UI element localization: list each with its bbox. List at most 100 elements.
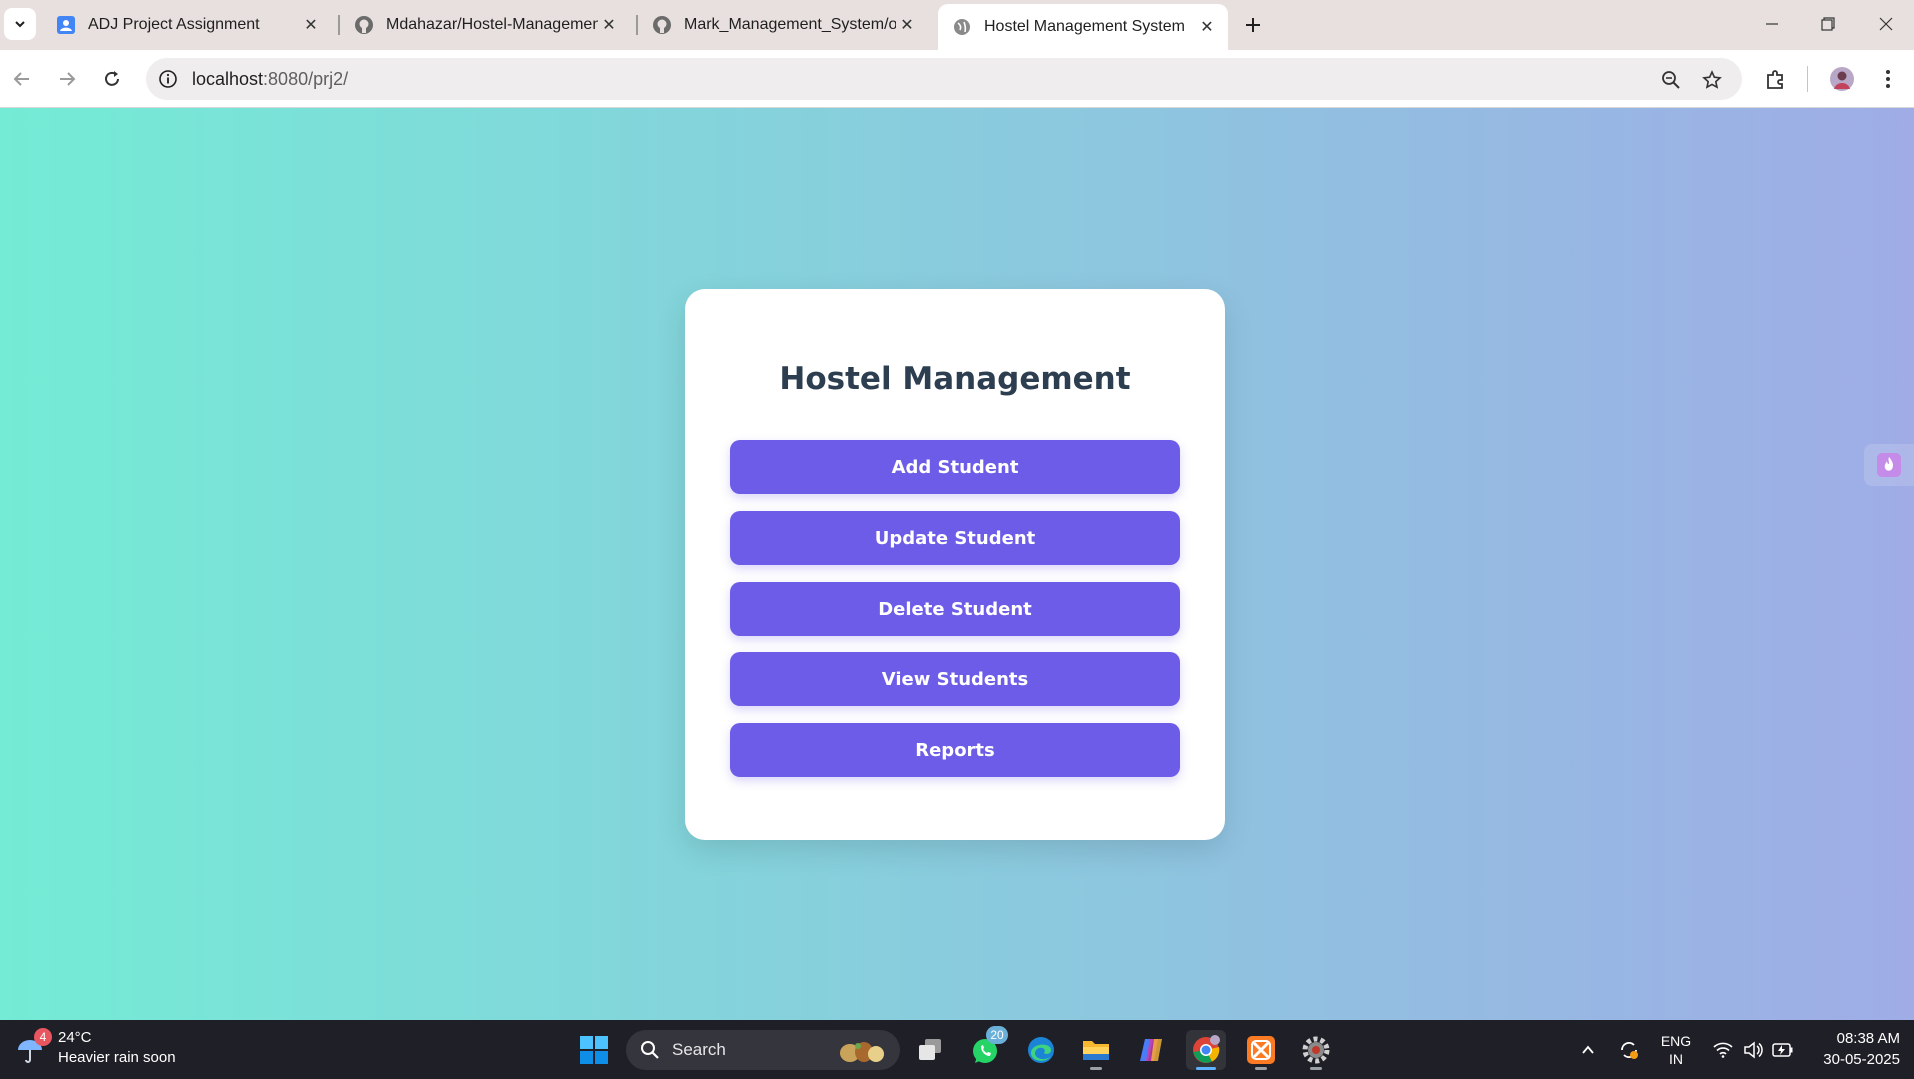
tab-title: Mdahazar/Hostel-Management-System [386,16,598,33]
tab-title: Mark_Management_System/out [684,16,896,33]
battery-charging-icon [1772,1042,1793,1057]
close-icon[interactable]: ✕ [300,14,322,36]
clock[interactable]: 08:38 AM 30-05-2025 [1800,1028,1900,1070]
close-icon[interactable]: ✕ [598,14,620,36]
url-path: :8080/prj2/ [263,69,349,89]
xampp-icon [1247,1036,1275,1064]
url-host: localhost [192,69,264,89]
avatar [1830,67,1854,91]
view-students-button[interactable]: View Students [730,652,1180,706]
side-extension-widget[interactable] [1864,444,1914,486]
whatsapp-button[interactable]: 20 [966,1026,1008,1070]
running-indicator [1090,1067,1102,1070]
address-bar[interactable]: localhost:8080/prj2/ [146,58,1742,100]
weather-temp: 24°C [58,1029,92,1046]
tab-mark-github[interactable]: Mark_Management_System/out ✕ [638,6,928,44]
language-code: ENG [1660,1032,1692,1049]
bookmark-star-icon[interactable] [1699,67,1725,93]
chrome-icon [1193,1035,1220,1063]
toolbar-divider [1807,66,1808,92]
url-text: localhost:8080/prj2/ [192,69,348,90]
globe-icon [952,17,972,37]
update-student-button[interactable]: Update Student [730,511,1180,565]
battery-button[interactable] [1768,1020,1798,1079]
close-icon [1879,17,1893,31]
menu-card: Hostel Management Add Student Update Stu… [685,289,1225,840]
settings-button[interactable] [1296,1030,1336,1070]
close-window-button[interactable] [1858,0,1914,48]
arrow-left-icon [13,72,29,86]
sync-status-button[interactable] [1614,1020,1644,1079]
github-icon [652,15,672,35]
new-tab-button[interactable] [1238,10,1268,40]
puzzle-icon [1767,70,1783,89]
task-view-icon [919,1039,941,1060]
plus-icon [1246,18,1260,32]
page-title: Hostel Management [779,361,1131,397]
browser-toolbar: localhost:8080/prj2/ [0,50,1914,108]
add-student-button[interactable]: Add Student [730,440,1180,494]
edge-icon [1028,1037,1054,1063]
volume-button[interactable] [1738,1020,1768,1079]
minimize-button[interactable] [1744,0,1800,48]
weather-text: 24°C Heavier rain soon [58,1028,176,1068]
chevron-up-icon [1582,1045,1594,1054]
windows-icon [580,1036,608,1064]
start-button[interactable] [574,1030,614,1070]
sync-icon [1621,1041,1638,1059]
restore-icon [1821,17,1835,31]
edge-button[interactable] [1021,1030,1061,1070]
clock-date: 30-05-2025 [1823,1051,1900,1068]
page-background: Hostel Management Add Student Update Stu… [0,108,1914,1020]
region-code: IN [1669,1050,1683,1067]
language-indicator[interactable]: ENG IN [1654,1020,1698,1079]
weather-badge: 4 [34,1028,52,1046]
forward-button[interactable] [51,63,83,95]
reports-button[interactable]: Reports [730,723,1180,777]
task-view-button[interactable] [910,1030,950,1070]
google-forms-icon [56,15,76,35]
tab-title: Hostel Management System [984,18,1185,35]
site-info-icon[interactable] [154,65,182,93]
xampp-button[interactable] [1241,1030,1281,1070]
delete-student-button[interactable]: Delete Student [730,582,1180,636]
reload-button[interactable] [96,63,128,95]
weather-widget[interactable]: 4 24°C Heavier rain soon [16,1028,176,1068]
minimize-icon [1766,23,1778,25]
tab-strip: ADJ Project Assignment ✕ Mdahazar/Hostel… [0,0,1914,50]
tab-search-button[interactable] [4,8,36,40]
copilot-button[interactable] [1131,1030,1171,1070]
taskbar-search[interactable]: Search [626,1030,900,1070]
zoom-icon[interactable] [1658,67,1684,93]
umbrella-icon: 4 [16,1028,52,1068]
search-label: Search [672,1040,726,1059]
close-icon[interactable]: ✕ [1196,16,1218,38]
search-icon [641,1041,659,1059]
back-button[interactable] [6,63,38,95]
wifi-button[interactable] [1708,1020,1738,1079]
tab-hostel-management[interactable]: Hostel Management System ✕ [938,4,1228,50]
reload-icon [105,71,119,86]
tab-adj-project[interactable]: ADJ Project Assignment ✕ [42,6,332,44]
more-vertical-icon [1886,70,1890,88]
tab-title: ADJ Project Assignment [88,16,260,33]
show-hidden-icons-button[interactable] [1574,1020,1602,1079]
arrow-right-icon [60,72,76,86]
running-indicator [1255,1067,1267,1070]
restore-button[interactable] [1800,0,1856,48]
chevron-down-icon [15,21,25,28]
file-explorer-button[interactable] [1076,1030,1116,1070]
close-icon[interactable]: ✕ [896,14,918,36]
menu-button[interactable] [1872,63,1904,95]
flame-icon [1877,453,1901,477]
profile-avatar[interactable] [1826,63,1858,95]
clock-time: 08:38 AM [1836,1030,1900,1047]
active-indicator [1196,1067,1216,1070]
extensions-button[interactable] [1760,63,1792,95]
github-icon [354,15,374,35]
whatsapp-badge: 20 [986,1026,1008,1044]
gear-icon [1302,1036,1330,1064]
folder-icon [1083,1041,1109,1060]
tab-hostel-github[interactable]: Mdahazar/Hostel-Management-System ✕ [340,6,630,44]
chrome-button[interactable] [1186,1030,1226,1070]
